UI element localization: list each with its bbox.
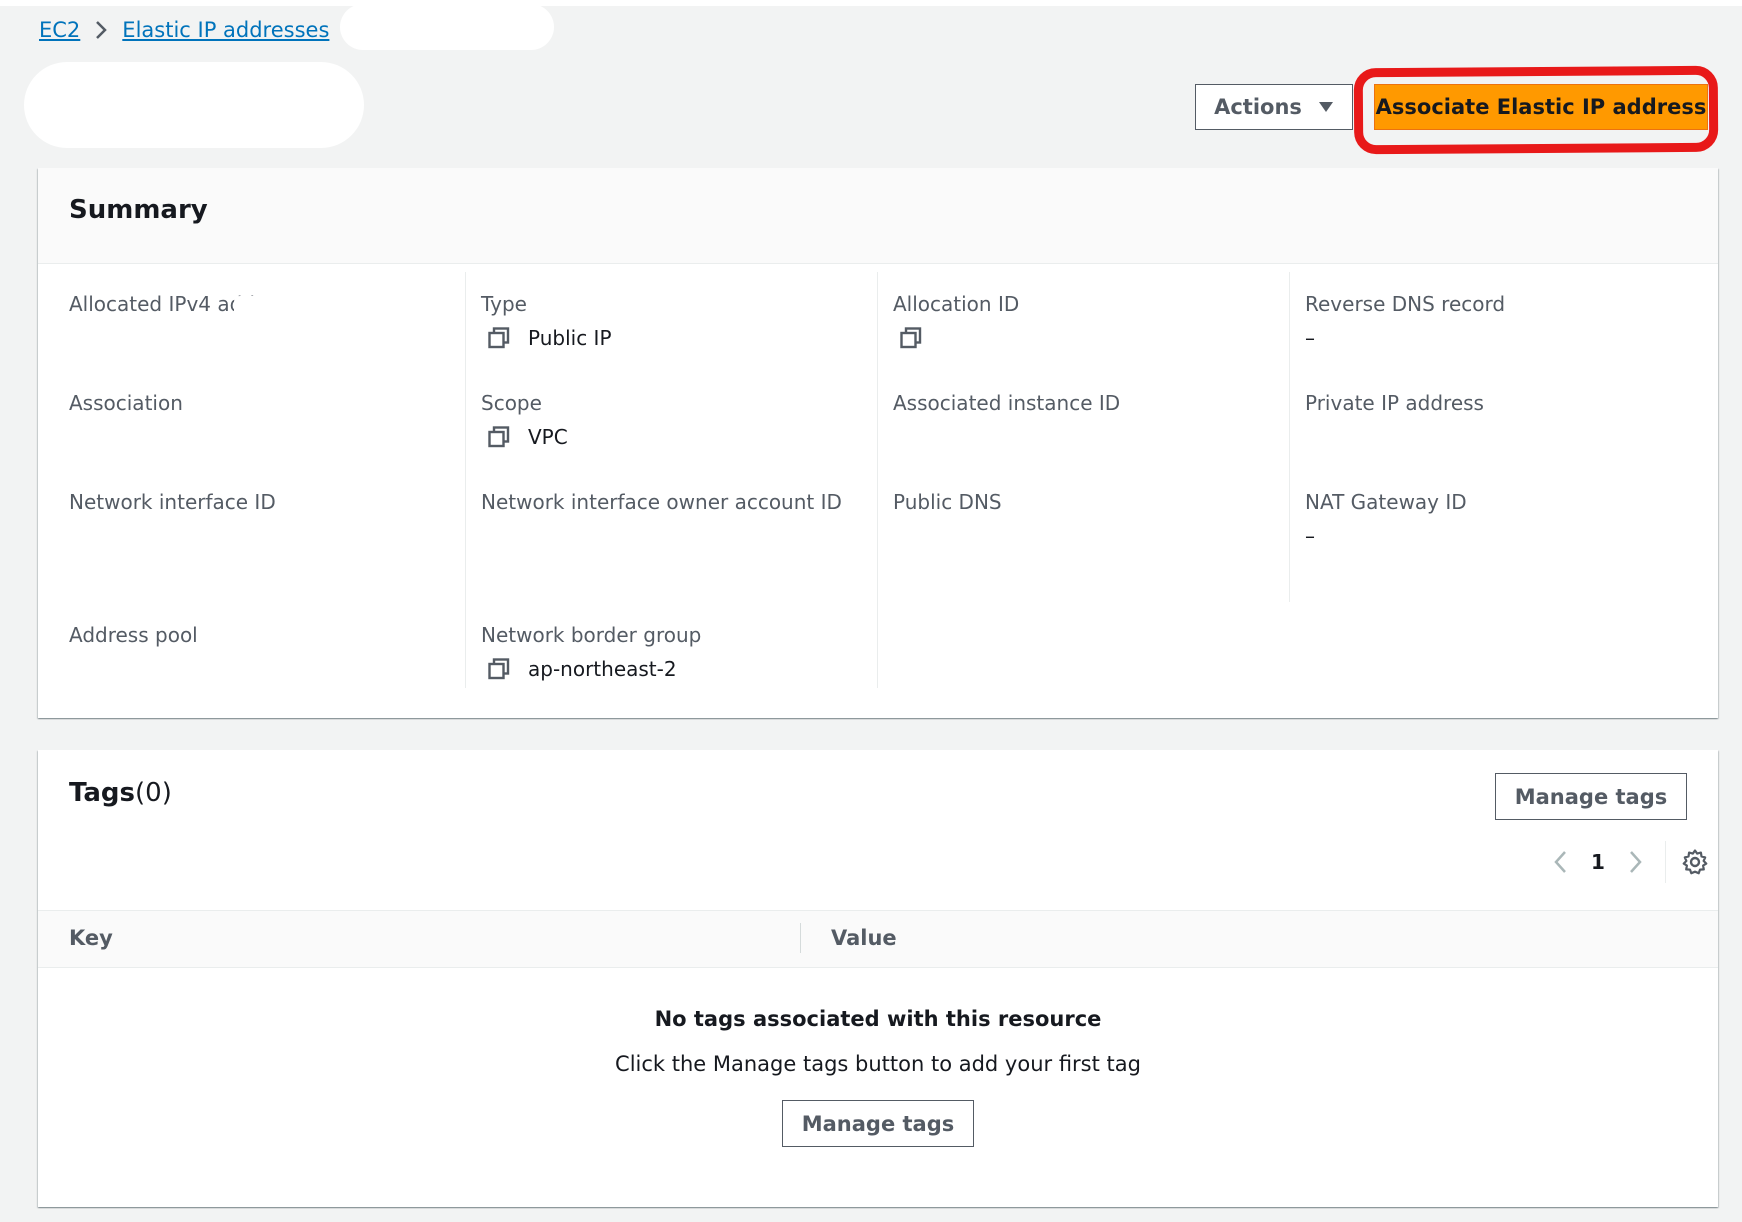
tags-panel: Tags(0) Manage tags 1 Key Value No tags … <box>38 750 1718 1207</box>
copy-icon[interactable] <box>487 326 511 350</box>
network-interface-label: Network interface ID <box>69 490 276 514</box>
tags-title: Tags(0) <box>69 778 172 808</box>
column-header-key[interactable]: Key <box>69 926 113 950</box>
network-border-group-label: Network border group <box>481 623 702 647</box>
redacted-value <box>69 416 449 436</box>
nat-gateway-label: NAT Gateway ID <box>1305 490 1467 514</box>
empty-state-subtitle: Click the Manage tags button to add your… <box>615 1052 1141 1076</box>
redacted-breadcrumb-current <box>340 4 554 50</box>
address-pool-label: Address pool <box>69 623 198 647</box>
column-divider <box>465 272 466 688</box>
redacted-page-title <box>24 62 364 148</box>
allocation-id-value <box>899 326 940 350</box>
copy-icon[interactable] <box>899 326 923 350</box>
actions-button[interactable]: Actions <box>1195 84 1353 130</box>
breadcrumb-ec2[interactable]: EC2 <box>39 18 80 42</box>
private-ip-label: Private IP address <box>1305 391 1484 415</box>
manage-tags-empty-button[interactable]: Manage tags <box>782 1100 974 1147</box>
summary-panel: Summary Allocated IPv4 address Type Publ… <box>38 168 1718 718</box>
reverse-dns-value: – <box>1305 326 1315 350</box>
redacted-value <box>188 392 308 414</box>
column-divider <box>877 272 878 688</box>
public-dns-label: Public DNS <box>893 490 1002 514</box>
pager-divider <box>1664 841 1666 883</box>
reverse-dns-label: Reverse DNS record <box>1305 292 1506 316</box>
associate-elastic-ip-button[interactable]: Associate Elastic IP address <box>1374 84 1708 130</box>
summary-title: Summary <box>69 195 208 225</box>
network-border-group-value: ap-northeast-2 <box>487 657 677 681</box>
breadcrumb: EC2 Elastic IP addresses <box>39 15 371 45</box>
gear-icon[interactable] <box>1681 848 1709 876</box>
breadcrumb-elastic-ip-addresses[interactable]: Elastic IP addresses <box>122 18 329 42</box>
tags-table-header: Key Value <box>38 910 1718 968</box>
associated-instance-label: Associated instance ID <box>893 391 1121 415</box>
caret-down-icon <box>1318 102 1333 112</box>
type-label: Type <box>481 292 527 316</box>
page-number[interactable]: 1 <box>1591 850 1605 874</box>
column-divider <box>1289 272 1290 602</box>
top-strip <box>0 0 1742 6</box>
chevron-right-icon <box>94 19 108 41</box>
column-header-value[interactable]: Value <box>831 926 897 950</box>
allocation-id-label: Allocation ID <box>893 292 1020 316</box>
manage-tags-button[interactable]: Manage tags <box>1495 773 1687 820</box>
scope-label: Scope <box>481 391 542 415</box>
empty-state-title: No tags associated with this resource <box>654 1007 1102 1031</box>
pagination: 1 <box>1551 841 1709 883</box>
chevron-left-icon[interactable] <box>1551 847 1571 877</box>
redacted-value <box>234 296 434 326</box>
nat-gateway-value: – <box>1305 524 1315 548</box>
column-divider <box>800 923 801 953</box>
copy-icon[interactable] <box>487 657 511 681</box>
summary-header: Summary <box>38 168 1718 264</box>
scope-value: VPC <box>487 425 568 449</box>
copy-icon[interactable] <box>487 425 511 449</box>
type-value: Public IP <box>487 326 612 350</box>
chevron-right-icon[interactable] <box>1625 847 1645 877</box>
ni-owner-label: Network interface owner account ID <box>481 490 842 514</box>
